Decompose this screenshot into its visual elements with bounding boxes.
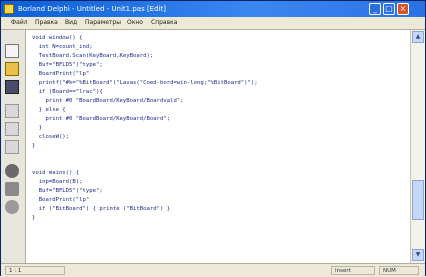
paste-icon[interactable]	[5, 140, 19, 154]
code-line: } else {	[32, 107, 66, 113]
menu-edit[interactable]: Правка	[33, 17, 60, 29]
editor-window: Borland Delphi - Untitled - Unit1.pas [E…	[0, 0, 426, 277]
scroll-thumb[interactable]	[412, 180, 424, 220]
code-line: Buf="BFLD5"("type";	[32, 62, 103, 68]
code-line: print #0 "BoardBoard/KeyBoard/Boardvald"…	[32, 98, 184, 104]
open-icon[interactable]	[5, 62, 19, 76]
code-line: if (Board=="lrac"){	[32, 89, 103, 95]
code-line: print #0 "BoardBoard/KeyBoard/Board";	[32, 116, 171, 122]
code-line: }	[32, 125, 43, 131]
code-editor[interactable]: void window() { int N=count_ind; TestBoa…	[26, 30, 410, 263]
cut-icon[interactable]	[5, 104, 19, 118]
code-line: printf("#k="%BitBoard"("Lavas("Coed-bord…	[32, 80, 258, 86]
copy-icon[interactable]	[5, 122, 19, 136]
help-icon[interactable]	[5, 200, 19, 214]
status-bar: 1 : 1 Insert NUM	[1, 263, 425, 277]
side-toolbar	[1, 30, 26, 263]
menu-options[interactable]: Параметры	[83, 17, 123, 29]
code-line: closeW();	[32, 134, 70, 140]
minimize-button[interactable]: _	[369, 3, 381, 15]
code-line: void window() {	[32, 35, 83, 41]
title-bar[interactable]: Borland Delphi - Untitled - Unit1.pas [E…	[1, 1, 425, 17]
search-icon[interactable]	[5, 182, 19, 196]
code-line: BoardPrint("lp"	[32, 71, 90, 77]
menu-view[interactable]: Вид	[63, 17, 79, 29]
new-icon[interactable]	[5, 44, 19, 58]
code-line: }	[32, 215, 36, 221]
window-title: Borland Delphi - Untitled - Unit1.pas [E…	[18, 5, 166, 13]
vertical-scrollbar[interactable]: ▲ ▼	[410, 30, 425, 263]
code-line: int N=count_ind;	[32, 44, 93, 50]
menu-help[interactable]: Справка	[149, 17, 179, 29]
menu-window[interactable]: Окно	[125, 17, 145, 29]
menu-file[interactable]: Файл	[9, 17, 30, 29]
numlock-indicator: NUM	[379, 266, 419, 275]
edit-mode: Insert	[331, 266, 375, 275]
code-line: }	[32, 143, 36, 149]
run-icon[interactable]	[5, 164, 19, 178]
close-button[interactable]: ×	[397, 3, 409, 15]
menu-bar: Файл Правка Вид Параметры Окно Справка	[1, 17, 425, 30]
app-icon	[4, 4, 14, 14]
code-line: TestBoard.Scan(KeyBoard,KeyBoard);	[32, 53, 154, 59]
save-icon[interactable]	[5, 80, 19, 94]
scroll-up-icon[interactable]: ▲	[412, 31, 424, 43]
code-line: Buf="BFLD5"("type";	[32, 188, 103, 194]
code-line: inp=Board(B);	[32, 179, 83, 185]
code-line: BoardPrint("lp"	[32, 197, 90, 203]
code-line: if ("BitBoard") { printe ("BitBoard") }	[32, 206, 171, 212]
code-line: void mains() {	[32, 170, 80, 176]
maximize-button[interactable]: □	[383, 3, 395, 15]
cursor-position: 1 : 1	[5, 266, 65, 275]
scroll-down-icon[interactable]: ▼	[412, 249, 424, 261]
